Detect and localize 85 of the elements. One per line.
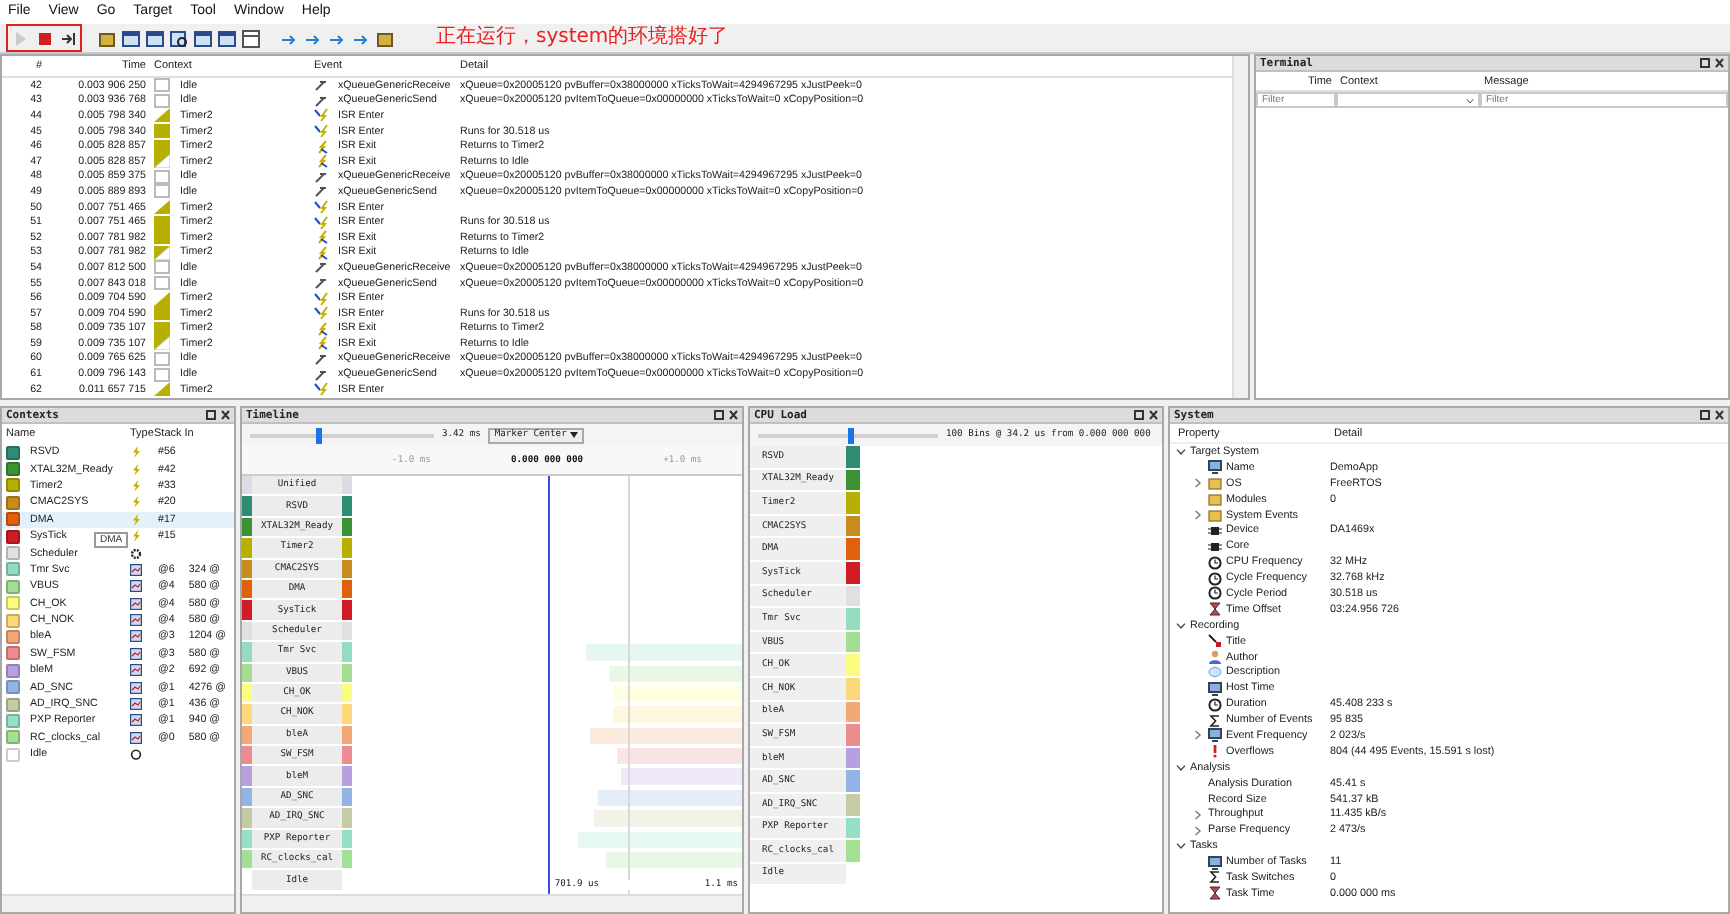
toolbar-button[interactable] <box>96 28 116 48</box>
panel-controls-icon[interactable] <box>1700 410 1724 420</box>
task-window-icon <box>130 563 142 576</box>
activity-bar <box>617 748 742 765</box>
step-icon <box>59 29 77 47</box>
package-icon <box>97 29 115 47</box>
toolbar-button[interactable] <box>374 28 394 48</box>
activity-bar <box>621 768 742 786</box>
chevron-down-icon[interactable] <box>1175 842 1185 851</box>
toolbar-button[interactable] <box>168 28 188 48</box>
toolbar-button[interactable] <box>144 28 164 48</box>
stop-icon <box>35 29 53 47</box>
speech-bubble-icon <box>1208 665 1222 680</box>
slider-thumb[interactable] <box>848 427 854 443</box>
exclamation-icon <box>1208 744 1222 759</box>
panel-controls-icon[interactable] <box>1700 58 1724 68</box>
package-icon <box>375 29 393 47</box>
search-icon <box>169 29 187 47</box>
chevron-down-icon[interactable] <box>1175 621 1185 630</box>
arrow-icon <box>279 29 297 47</box>
panel-controls-icon[interactable] <box>714 410 738 420</box>
ramp-up-icon <box>154 108 170 123</box>
toolbar-button[interactable] <box>58 28 78 48</box>
task-window-icon <box>130 597 142 610</box>
task-window-icon <box>130 647 142 660</box>
gear-icon <box>130 547 142 560</box>
chevron-down-icon[interactable] <box>1175 447 1185 456</box>
arrow-icon <box>327 29 345 47</box>
task-window-icon <box>130 698 142 711</box>
tag-icon <box>1208 634 1222 649</box>
activity-bar <box>605 852 742 869</box>
task-window-icon <box>130 714 142 727</box>
activity-bar <box>609 665 742 682</box>
window-icon <box>145 29 163 47</box>
slider-thumb[interactable] <box>316 427 323 443</box>
task-window-icon <box>130 731 142 744</box>
panel-icon <box>241 29 259 47</box>
monitor-icon <box>1208 681 1222 696</box>
ramp-up-icon <box>154 382 170 397</box>
task-window-icon <box>130 664 142 677</box>
sigma-icon <box>1208 713 1222 728</box>
chevron-right-icon[interactable] <box>1194 730 1202 741</box>
window-icon <box>121 29 139 47</box>
activity-bar <box>613 685 742 703</box>
interrupt-enter-icon <box>314 382 328 397</box>
toolbar-button[interactable] <box>240 28 260 48</box>
task-window-icon <box>130 681 142 694</box>
monitor-icon <box>1208 728 1222 743</box>
scrollbar[interactable] <box>2 894 234 912</box>
ramp-down-icon <box>154 154 170 169</box>
sigma-icon <box>1208 870 1222 885</box>
ramp-up-icon <box>154 200 170 215</box>
scrollbar[interactable] <box>242 894 742 912</box>
chevron-right-icon[interactable] <box>1194 478 1202 489</box>
clock-icon <box>1208 697 1222 712</box>
toolbar-button[interactable] <box>192 28 212 48</box>
chevron-right-icon[interactable] <box>1194 510 1202 520</box>
marker-line[interactable] <box>547 476 549 894</box>
ramp-down-icon <box>154 336 170 351</box>
chevron-down-icon[interactable] <box>1175 763 1185 772</box>
play-icon <box>11 29 29 47</box>
task-window-icon <box>130 614 142 627</box>
annotation-text: 正在运行，system的环境搭好了 <box>436 26 729 50</box>
person-icon <box>1208 650 1222 665</box>
panel-controls-icon[interactable] <box>206 410 230 420</box>
activity-bar <box>613 706 742 724</box>
arrow-icon <box>351 29 369 47</box>
caret-icon <box>570 432 579 438</box>
hourglass-icon <box>1208 602 1222 617</box>
monitor-icon <box>1208 460 1222 475</box>
toolbar-button[interactable] <box>216 28 236 48</box>
panel-controls-icon[interactable] <box>1134 410 1158 420</box>
ramp-up-icon <box>154 291 170 306</box>
arrow-icon <box>303 29 321 47</box>
window-icon <box>217 29 235 47</box>
hourglass-icon <box>1208 886 1222 901</box>
chevron-down-icon <box>1466 97 1474 103</box>
power-icon <box>130 748 142 761</box>
task-window-icon <box>130 580 142 593</box>
ramp-down-icon <box>154 245 170 260</box>
monitor-icon <box>1208 855 1222 870</box>
toolbar-button[interactable] <box>120 28 140 48</box>
window-icon <box>193 29 211 47</box>
scrollbar[interactable] <box>1232 56 1248 398</box>
task-window-icon <box>130 630 142 643</box>
